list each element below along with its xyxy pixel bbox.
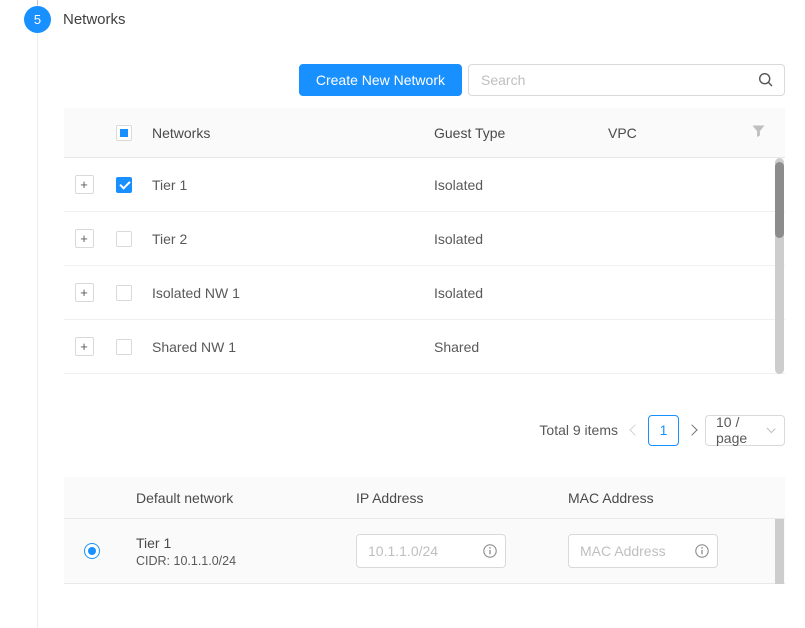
expand-row-icon[interactable]: +: [75, 337, 94, 356]
page-size-select[interactable]: 10 / page: [705, 415, 785, 446]
row-checkbox[interactable]: [116, 339, 132, 355]
select-all-checkbox[interactable]: [116, 125, 132, 141]
network-name: Shared NW 1: [144, 339, 418, 355]
table-row[interactable]: + Tier 2 Isolated: [64, 212, 785, 266]
network-name: Tier 2: [144, 231, 418, 247]
table-row[interactable]: + Isolated NW 1 Isolated: [64, 266, 785, 320]
default-network-radio[interactable]: [84, 543, 100, 559]
default-network-table: Default network IP Address MAC Address T…: [64, 477, 785, 584]
expand-row-icon[interactable]: +: [75, 175, 94, 194]
table-row[interactable]: + Tier 1 Isolated: [64, 158, 785, 212]
table-row[interactable]: + Shared NW 1 Shared: [64, 320, 785, 374]
page-size-value: 10 / page: [716, 414, 768, 446]
networks-table: Networks Guest Type VPC +: [64, 108, 785, 374]
column-header-vpc: VPC: [592, 125, 732, 141]
default-network-row[interactable]: Tier 1 CIDR: 10.1.1.0/24: [64, 519, 785, 584]
pagination: Total 9 items 1 10 / page: [64, 414, 785, 446]
expand-row-icon[interactable]: +: [75, 283, 94, 302]
row-checkbox[interactable]: [116, 231, 132, 247]
network-name: Isolated NW 1: [144, 285, 418, 301]
guest-type: Shared: [418, 339, 592, 355]
filter-icon[interactable]: [752, 125, 765, 141]
default-network-table-header: Default network IP Address MAC Address: [64, 477, 785, 519]
guest-type: Isolated: [418, 231, 592, 247]
previous-page-icon[interactable]: [629, 424, 640, 435]
column-header-default-network: Default network: [120, 490, 340, 506]
guest-type: Isolated: [418, 177, 592, 193]
info-icon[interactable]: [483, 544, 497, 561]
previous-step-connector: [37, 0, 38, 5]
create-new-network-button[interactable]: Create New Network: [299, 64, 462, 96]
mac-address-field-wrapper: [568, 534, 718, 568]
total-items-label: Total 9 items: [539, 422, 618, 438]
networks-step-content: Create New Network Networks Guest: [64, 64, 785, 584]
vertical-scrollbar[interactable]: [775, 158, 784, 374]
network-name: Tier 1: [136, 535, 340, 551]
row-checkbox[interactable]: [116, 285, 132, 301]
next-page-icon[interactable]: [686, 424, 697, 435]
step-connector-line: [37, 0, 38, 628]
column-header-guest-type: Guest Type: [418, 125, 592, 141]
page-number-button[interactable]: 1: [648, 415, 679, 446]
column-header-mac-address: MAC Address: [552, 490, 785, 506]
add-instance-networks-step: 5 Networks Create New Network: [0, 0, 805, 628]
step-number-badge: 5: [24, 6, 51, 33]
networks-table-header: Networks Guest Type VPC: [64, 108, 785, 158]
column-header-ip-address: IP Address: [340, 490, 552, 506]
network-cidr: CIDR: 10.1.1.0/24: [136, 554, 340, 568]
toolbar: Create New Network: [64, 64, 785, 96]
info-icon[interactable]: [695, 544, 709, 561]
search-box: [468, 64, 785, 96]
column-header-networks: Networks: [144, 125, 418, 141]
network-name: Tier 1: [144, 177, 418, 193]
step-number: 5: [34, 12, 41, 27]
row-checkbox[interactable]: [116, 177, 132, 193]
expand-row-icon[interactable]: +: [75, 229, 94, 248]
step-title: Networks: [63, 11, 126, 28]
search-input[interactable]: [468, 64, 785, 96]
scrollbar-thumb[interactable]: [775, 162, 784, 238]
guest-type: Isolated: [418, 285, 592, 301]
ip-address-field-wrapper: [356, 534, 506, 568]
vertical-scrollbar[interactable]: [775, 519, 784, 584]
search-icon[interactable]: [758, 72, 774, 91]
